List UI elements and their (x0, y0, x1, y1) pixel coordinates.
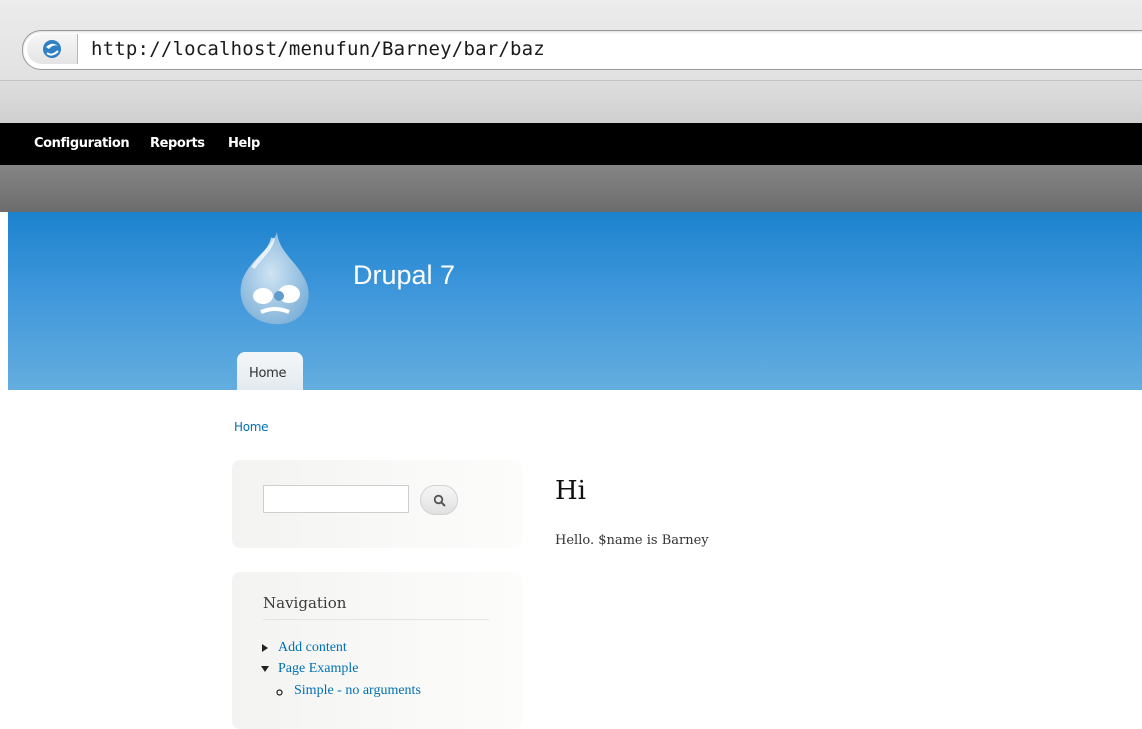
browser-toolbar-strip (0, 80, 1142, 124)
circle-bullet-icon (276, 689, 283, 696)
drupal-logo-icon[interactable] (233, 228, 315, 330)
divider (263, 619, 489, 620)
address-bar[interactable]: http://localhost/menufun/Barney/bar/baz (22, 30, 1142, 70)
toolbar-configuration[interactable]: Configuration (34, 136, 130, 151)
nav-item-add-content[interactable]: Add content (278, 640, 347, 656)
site-header: Drupal 7 Home (8, 212, 1142, 390)
nav-item-page-example[interactable]: Page Example (278, 661, 358, 677)
page-title: Hi (555, 476, 586, 506)
navigation-block: Navigation Add content Page Example Simp… (232, 572, 522, 729)
page-body-text: Hello. $name is Barney (555, 533, 709, 548)
tab-home-label: Home (249, 366, 287, 381)
url-text[interactable]: http://localhost/menufun/Barney/bar/baz (91, 38, 545, 60)
expanded-arrow-icon (261, 666, 269, 672)
nav-item-simple-no-arguments[interactable]: Simple - no arguments (294, 683, 421, 699)
breadcrumb[interactable]: Home (234, 420, 269, 434)
tab-home[interactable]: Home (237, 352, 303, 390)
globe-icon (43, 40, 61, 58)
site-identity-button[interactable] (27, 34, 78, 64)
search-input[interactable] (263, 485, 409, 513)
admin-toolbar: Configuration Reports Help (0, 123, 1142, 165)
search-icon (433, 494, 446, 507)
toolbar-help[interactable]: Help (228, 136, 260, 151)
site-name[interactable]: Drupal 7 (353, 260, 455, 291)
search-button[interactable] (420, 485, 458, 515)
navigation-title: Navigation (263, 594, 347, 612)
collapsed-arrow-icon (262, 644, 268, 652)
toolbar-shortcuts-shelf (0, 165, 1142, 212)
toolbar-reports[interactable]: Reports (150, 136, 205, 151)
search-block (232, 460, 522, 548)
